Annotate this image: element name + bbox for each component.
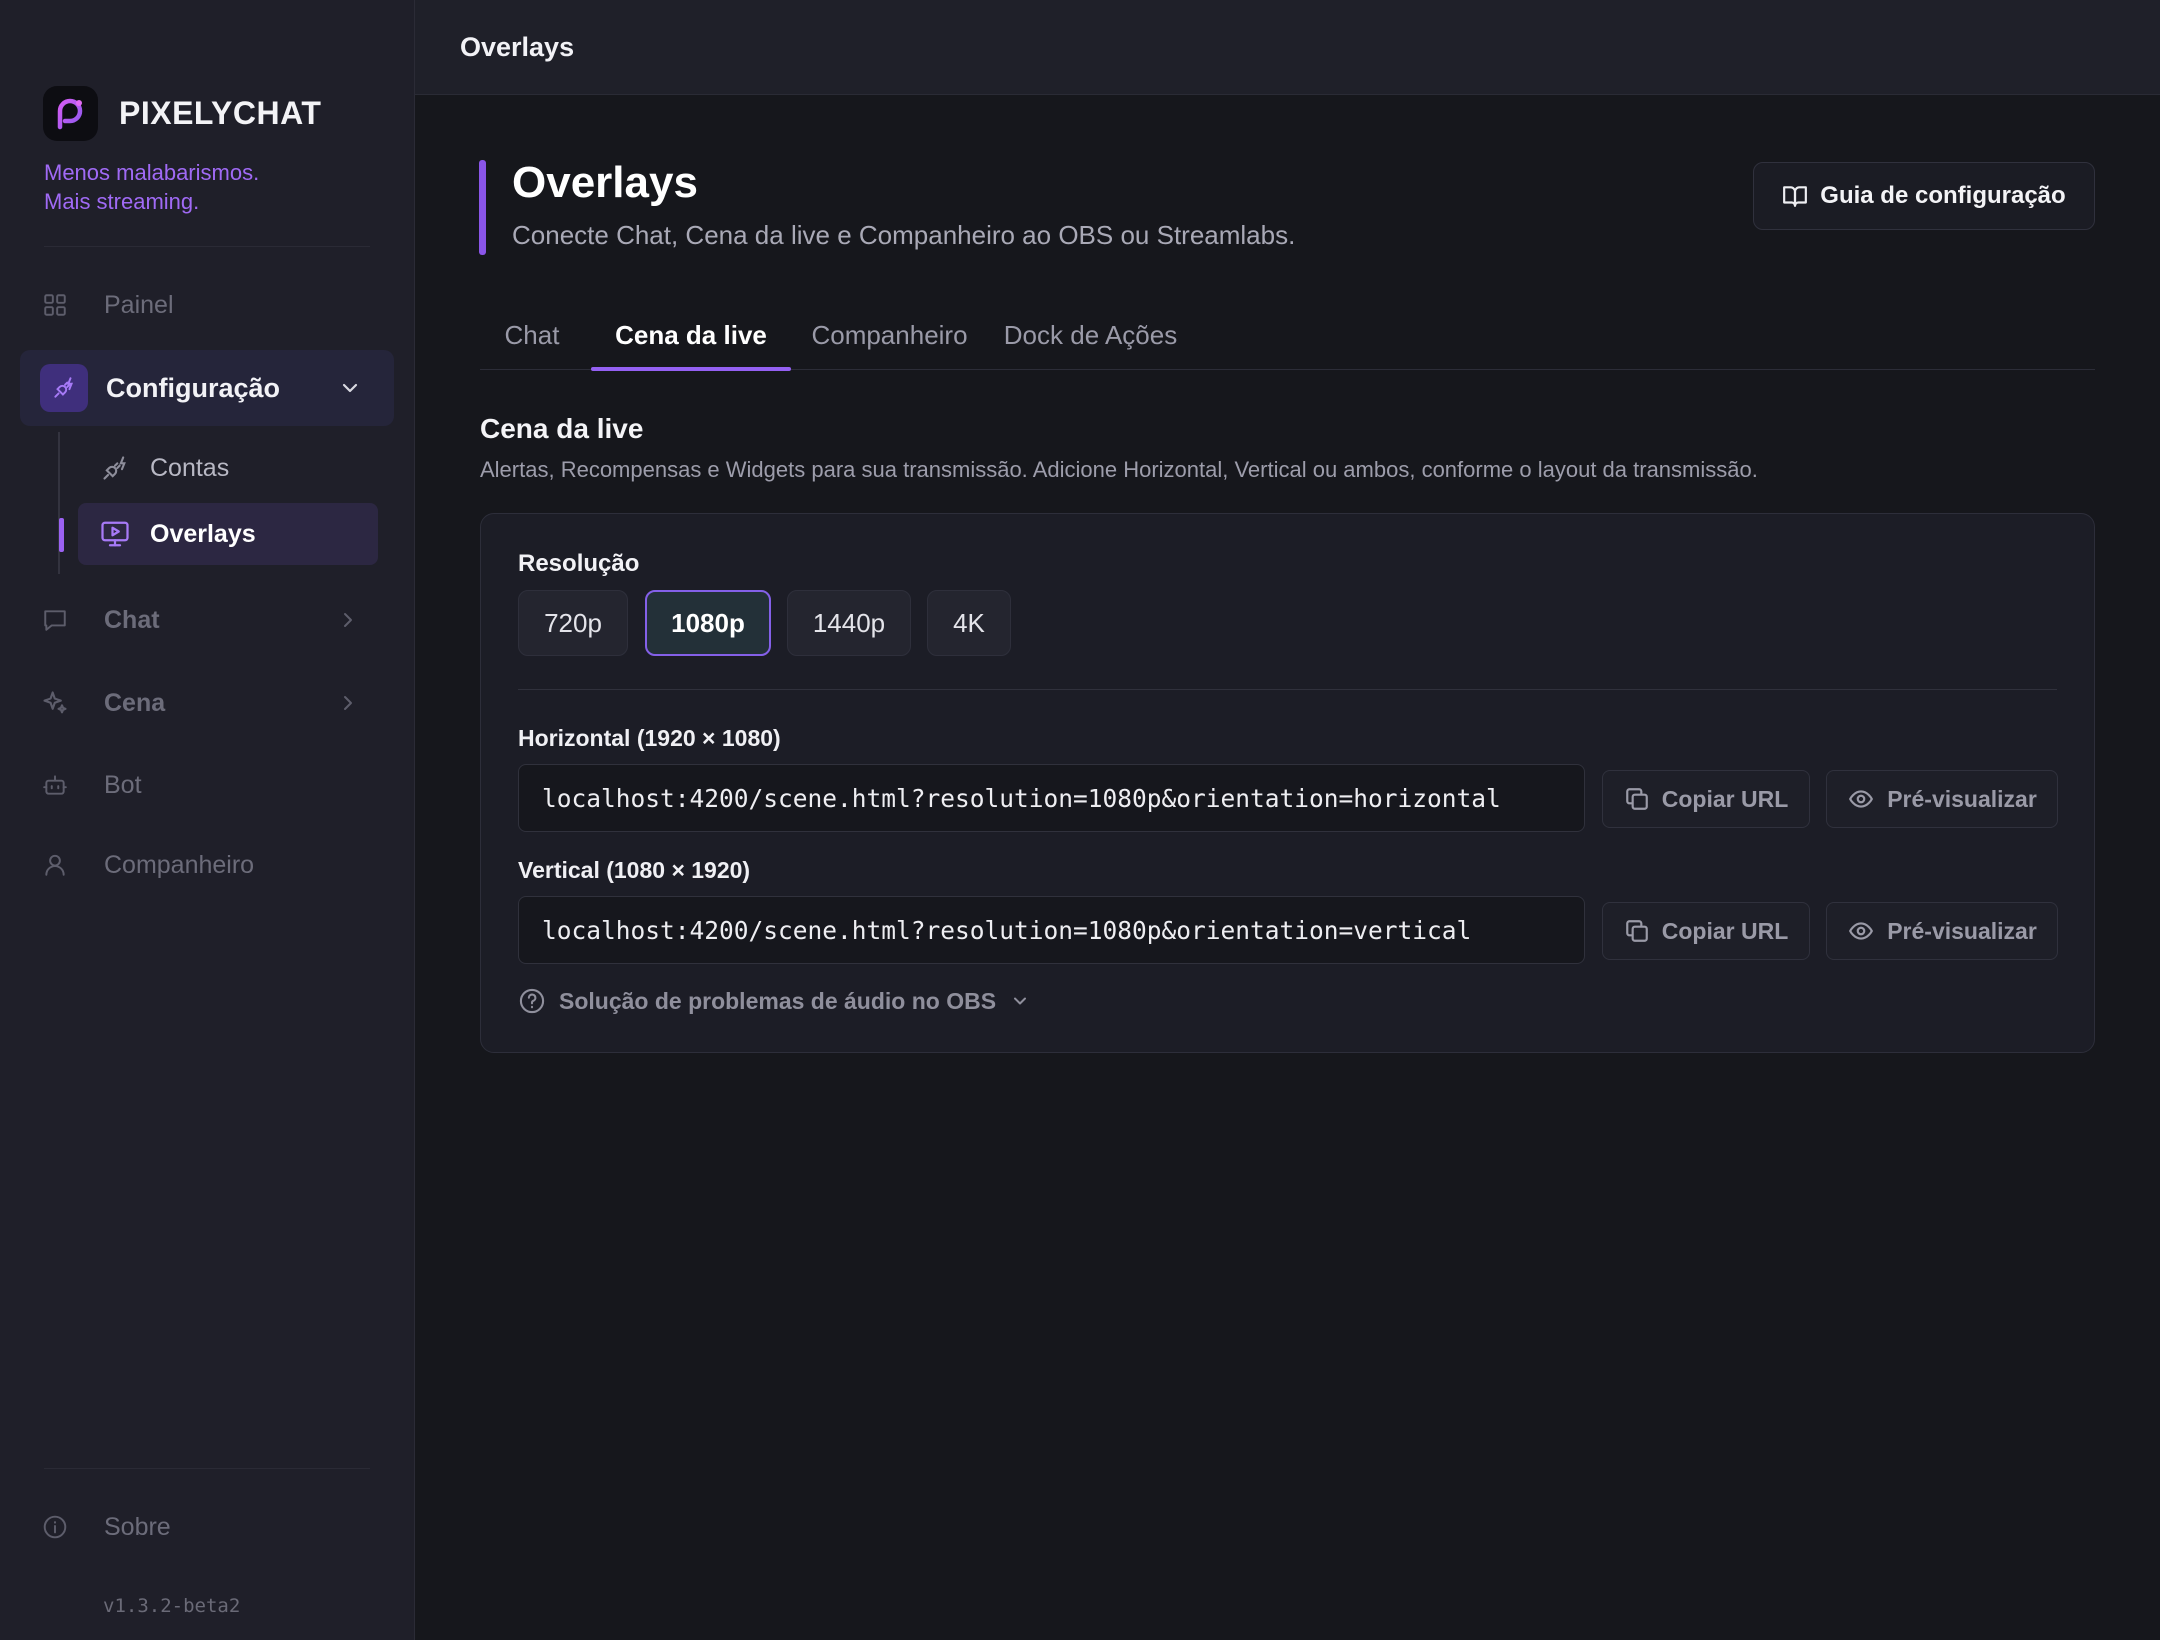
tab-cena-da-live[interactable]: Cena da live: [591, 300, 791, 371]
user-icon: [40, 850, 70, 880]
sidebar-item-chat[interactable]: Chat: [40, 590, 384, 650]
sidebar-item-label: Contas: [150, 453, 230, 482]
audio-troubleshoot-toggle[interactable]: Solução de problemas de áudio no OBS: [518, 987, 1030, 1015]
eye-icon: [1847, 786, 1875, 812]
chevron-right-icon: [336, 691, 360, 715]
active-marker: [59, 518, 64, 552]
resolution-option-1440p[interactable]: 1440p: [787, 590, 911, 656]
horizontal-label: Horizontal (1920 × 1080): [518, 725, 781, 751]
monitor-play-icon: [100, 519, 130, 549]
guide-button-label: Guia de configuração: [1820, 182, 2066, 209]
help-circle-icon: [518, 987, 546, 1015]
sparkles-icon: [40, 688, 70, 718]
copy-url-label: Copiar URL: [1661, 785, 1789, 812]
copy-url-label: Copiar URL: [1661, 917, 1789, 944]
chevron-down-icon: [338, 376, 362, 400]
vertical-label: Vertical (1080 × 1920): [518, 857, 751, 883]
horizontal-url-field[interactable]: [518, 764, 1585, 832]
resolution-option-720p[interactable]: 720p: [518, 590, 628, 656]
title-accent-bar: [479, 160, 486, 255]
sidebar: PIXELYCHAT Menos malabarismos. Mais stre…: [0, 0, 415, 1640]
sidebar-item-label: Companheiro: [104, 850, 255, 879]
topbar-title: Overlays: [460, 32, 575, 62]
submenu-line: [58, 432, 60, 574]
version-label: v1.3.2-beta2: [103, 1595, 241, 1617]
sidebar-item-companheiro[interactable]: Companheiro: [40, 835, 384, 895]
scene-panel: Resolução 720p 1080p 1440p 4K Horizontal…: [480, 513, 2095, 1053]
sidebar-item-label: Cena: [104, 688, 166, 717]
preview-label: Pré-visualizar: [1887, 785, 2037, 812]
sidebar-item-label: Sobre: [104, 1512, 171, 1541]
sidebar-item-label: Bot: [104, 770, 142, 799]
sidebar-item-label: Chat: [104, 605, 160, 634]
tab-companheiro[interactable]: Companheiro: [798, 300, 981, 370]
grid-icon: [40, 290, 70, 320]
sidebar-item-cena[interactable]: Cena: [40, 673, 384, 733]
chevron-right-icon: [336, 608, 360, 632]
book-open-icon: [1782, 183, 1808, 209]
tagline-line-2: Mais streaming.: [44, 189, 200, 214]
copy-icon: [1624, 786, 1650, 812]
vertical-url-field[interactable]: [518, 896, 1585, 964]
copy-icon: [1624, 918, 1650, 944]
sidebar-item-configuracao[interactable]: Configuração: [20, 350, 394, 426]
sidebar-item-contas[interactable]: Contas: [78, 437, 378, 499]
audio-troubleshoot-label: Solução de problemas de áudio no OBS: [559, 987, 997, 1014]
sidebar-divider: [44, 1468, 370, 1469]
sidebar-item-painel[interactable]: Painel: [40, 275, 384, 335]
copy-url-button-horizontal[interactable]: Copiar URL: [1602, 770, 1810, 828]
tab-dock-de-acoes[interactable]: Dock de Ações: [988, 300, 1193, 370]
chevron-down-icon: [1010, 991, 1030, 1011]
bot-icon: [40, 770, 70, 800]
plug-icon: [40, 364, 88, 412]
logo-icon: [43, 86, 98, 141]
sidebar-item-label: Overlays: [150, 519, 256, 548]
page-subtitle: Conecte Chat, Cena da live e Companheiro…: [512, 220, 1296, 250]
eye-icon: [1847, 918, 1875, 944]
brand[interactable]: PIXELYCHAT: [43, 86, 321, 141]
sidebar-item-label: Painel: [104, 290, 174, 319]
guide-button[interactable]: Guia de configuração: [1753, 162, 2095, 230]
tagline: Menos malabarismos. Mais streaming.: [44, 158, 259, 216]
sidebar-divider: [44, 246, 370, 247]
section-title: Cena da live: [480, 413, 644, 444]
tagline-line-1: Menos malabarismos.: [44, 160, 260, 185]
resolution-option-4k[interactable]: 4K: [927, 590, 1011, 656]
resolution-option-1080p[interactable]: 1080p: [645, 590, 771, 656]
page-title: Overlays: [512, 158, 698, 207]
plug-icon: [100, 453, 130, 483]
tab-bar: Chat Cena da live Companheiro Dock de Aç…: [480, 300, 2095, 371]
preview-button-vertical[interactable]: Pré-visualizar: [1826, 902, 2058, 960]
sidebar-item-bot[interactable]: Bot: [40, 755, 384, 815]
sidebar-item-sobre[interactable]: Sobre: [40, 1497, 384, 1557]
message-icon: [40, 605, 70, 635]
panel-divider: [518, 689, 2057, 690]
sidebar-item-overlays[interactable]: Overlays: [78, 503, 378, 565]
tab-chat[interactable]: Chat: [480, 300, 584, 370]
info-icon: [40, 1512, 70, 1542]
resolution-label: Resolução: [518, 550, 640, 577]
section-description: Alertas, Recompensas e Widgets para sua …: [480, 457, 1758, 482]
brand-name: PIXELYCHAT: [119, 95, 322, 131]
preview-label: Pré-visualizar: [1887, 917, 2037, 944]
topbar: Overlays: [415, 0, 2160, 95]
copy-url-button-vertical[interactable]: Copiar URL: [1602, 902, 1810, 960]
preview-button-horizontal[interactable]: Pré-visualizar: [1826, 770, 2058, 828]
sidebar-item-label: Configuração: [106, 372, 281, 403]
